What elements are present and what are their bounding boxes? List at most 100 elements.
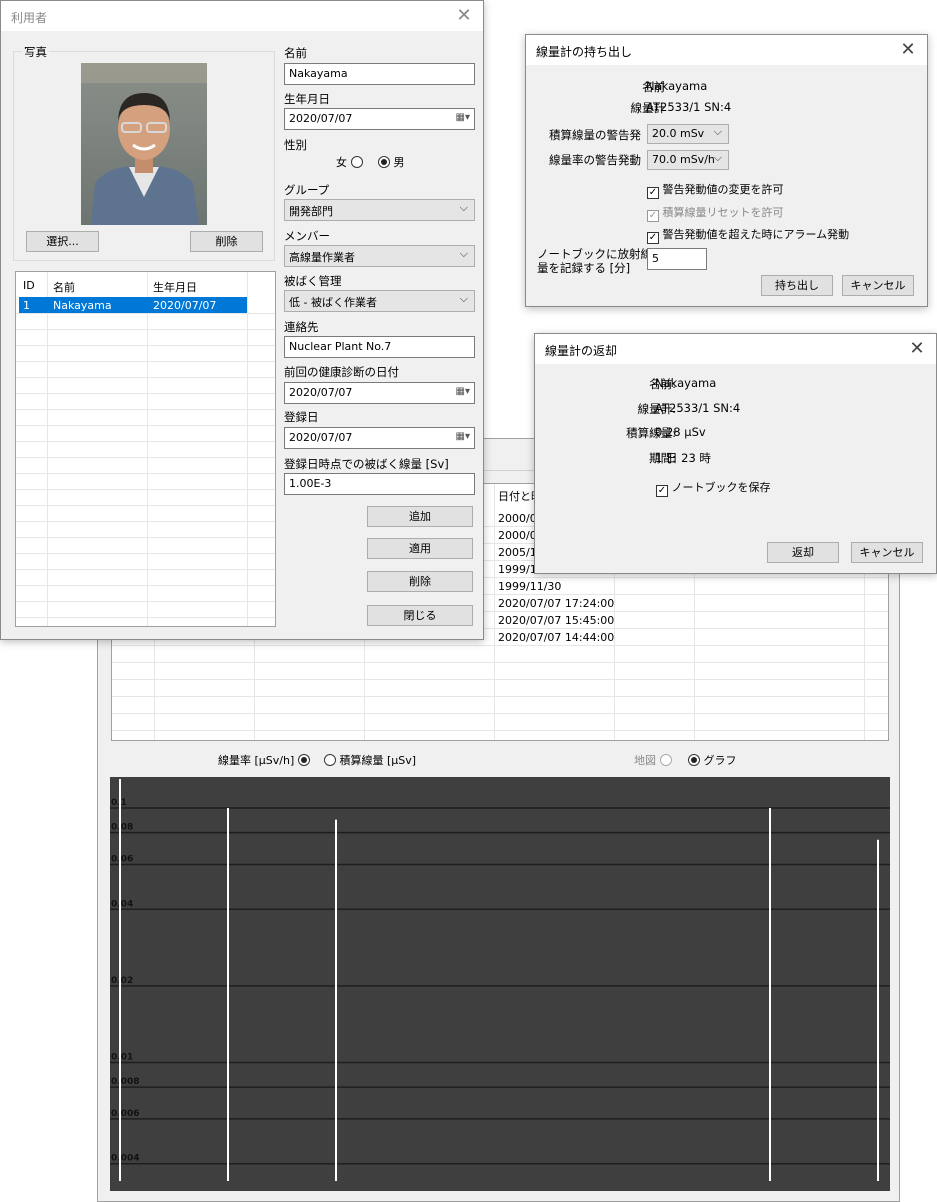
- cum-alarm-label: 積算線量の警告発: [549, 128, 641, 142]
- calendar-icon[interactable]: ▦▾: [456, 431, 470, 442]
- table-row[interactable]: 1999/1: [498, 563, 537, 576]
- close-button[interactable]: 閉じる: [367, 605, 473, 626]
- checkup-label: 前回の健康診断の日付: [284, 365, 399, 379]
- checkout-cancel-button[interactable]: キャンセル: [842, 275, 914, 296]
- user-list[interactable]: ID 名前 生年月日 1 Nakayama 2020/07/07: [15, 271, 276, 627]
- add-button[interactable]: 追加: [367, 506, 473, 527]
- return-dialog-title: 線量計の返却: [545, 344, 618, 358]
- contact-label: 連絡先: [284, 320, 319, 334]
- close-icon[interactable]: ✕: [897, 39, 919, 61]
- return-button[interactable]: 返却: [767, 542, 839, 563]
- exposure-dropdown[interactable]: 低 - 被ばく作業者 ⌵: [284, 290, 475, 312]
- list-row-line: [16, 569, 275, 570]
- y-tick-label: 0.02: [111, 976, 133, 986]
- radio-graph-label: グラフ: [703, 754, 737, 767]
- allow-change-checkbox[interactable]: ✓ 警告発動値の変更を許可: [647, 181, 784, 199]
- gender-male-radio[interactable]: 男: [378, 154, 405, 170]
- list-row-line: [16, 537, 275, 538]
- checkout-dialog-titlebar: 線量計の持ち出し ✕: [526, 35, 927, 65]
- save-notebook-check[interactable]: ✓: [656, 485, 668, 497]
- y-tick-label: 0.008: [111, 1077, 139, 1087]
- apply-button[interactable]: 適用: [367, 538, 473, 559]
- checkout-button[interactable]: 持ち出し: [761, 275, 833, 296]
- allow-change-check[interactable]: ✓: [647, 187, 659, 199]
- gender-male-button[interactable]: [378, 156, 390, 168]
- radio-map[interactable]: 地図: [634, 752, 672, 768]
- radio-dose-rate[interactable]: 線量率 [μSv/h]: [218, 752, 310, 768]
- chevron-down-icon: ⌵: [713, 151, 722, 164]
- list-row-line: [16, 457, 275, 458]
- radio-map-button[interactable]: [659, 754, 672, 766]
- list-header-id[interactable]: ID: [23, 279, 35, 292]
- gender-female-button[interactable]: [350, 156, 363, 168]
- radio-graph-button[interactable]: [688, 754, 700, 766]
- return-name-value: Nakayama: [655, 376, 717, 390]
- list-row-line: [16, 313, 275, 314]
- table-row[interactable]: 2020/07/07 17:24:00: [498, 597, 614, 610]
- list-row-line: [16, 585, 275, 586]
- list-header-birth[interactable]: 生年月日: [153, 279, 197, 295]
- list-row-line: [16, 473, 275, 474]
- close-icon[interactable]: ✕: [906, 338, 928, 360]
- list-row-line: [16, 521, 275, 522]
- radio-dose-rate-button[interactable]: [297, 754, 310, 766]
- alarm-check[interactable]: ✓: [647, 232, 659, 244]
- notebook-interval-input[interactable]: 5: [647, 248, 707, 270]
- return-cancel-button[interactable]: キャンセル: [851, 542, 923, 563]
- return-dialog: 線量計の返却 ✕ 名前: Nakayama 線量計: AT2533/1 SN:4…: [534, 333, 937, 574]
- table-row[interactable]: 2020/07/07 14:44:00: [498, 631, 614, 644]
- radio-cumulative[interactable]: 積算線量 [μSv]: [324, 752, 416, 768]
- chevron-down-icon: ⌵: [713, 125, 722, 138]
- y-tick-label: 0.06: [111, 854, 133, 864]
- y-tick-label: 0.04: [111, 899, 133, 909]
- radio-cumulative-button[interactable]: [324, 754, 336, 766]
- member-value: 高線量作業者: [289, 251, 355, 264]
- select-photo-button[interactable]: 選択...: [26, 231, 99, 252]
- user-photo: [81, 63, 207, 225]
- delete-photo-button[interactable]: 削除: [190, 231, 263, 252]
- exposure-value: 低 - 被ばく作業者: [289, 296, 377, 309]
- list-cell-id: 1: [23, 299, 30, 312]
- calendar-icon[interactable]: ▦▾: [456, 386, 470, 397]
- allow-reset-label: 積算線量リセットを許可: [662, 206, 784, 219]
- name-input[interactable]: Nakayama: [284, 63, 475, 85]
- cum-alarm-dropdown[interactable]: 20.0 mSv ⌵: [647, 124, 729, 144]
- contact-input[interactable]: Nuclear Plant No.7: [284, 336, 475, 358]
- allow-reset-checkbox[interactable]: ✓ 積算線量リセットを許可: [647, 204, 784, 222]
- registered-date-picker[interactable]: 2020/07/07 ▦▾: [284, 427, 475, 449]
- allow-reset-check[interactable]: ✓: [647, 210, 659, 222]
- table-row-line: [112, 645, 888, 646]
- gender-female-radio[interactable]: 女: [336, 154, 363, 170]
- alarm-checkbox[interactable]: ✓ 警告発動値を超えた時にアラーム発動: [647, 226, 849, 244]
- list-row-line: [16, 601, 275, 602]
- dose-input[interactable]: 1.00E-3: [284, 473, 475, 495]
- delete-button[interactable]: 削除: [367, 571, 473, 592]
- checkup-date-picker[interactable]: 2020/07/07 ▦▾: [284, 382, 475, 404]
- list-row-line: [16, 409, 275, 410]
- return-period-value: 1 日 23 時: [655, 451, 711, 465]
- member-dropdown[interactable]: 高線量作業者 ⌵: [284, 245, 475, 267]
- list-header-name[interactable]: 名前: [53, 279, 75, 295]
- dose-chart: 0.1 0.08 0.06 0.04 0.02 0.01 0.008 0.006 0.004: [110, 779, 890, 1181]
- radio-map-label: 地図: [634, 754, 656, 767]
- table-row-line: [112, 696, 888, 697]
- save-notebook-checkbox[interactable]: ✓ ノートブックを保存: [656, 479, 771, 497]
- calendar-icon[interactable]: ▦▾: [456, 112, 470, 123]
- table-row[interactable]: 2000/0: [498, 512, 537, 525]
- table-row[interactable]: 1999/11/30: [498, 580, 561, 593]
- close-icon[interactable]: ✕: [453, 5, 475, 27]
- radio-graph[interactable]: グラフ: [688, 752, 737, 768]
- table-row[interactable]: 2000/0: [498, 529, 537, 542]
- rate-alarm-dropdown[interactable]: 70.0 mSv/h ⌵: [647, 150, 729, 170]
- checkup-date-value: 2020/07/07: [289, 386, 353, 399]
- table-row[interactable]: 2020/07/07 15:45:00: [498, 614, 614, 627]
- list-row-selected[interactable]: 1 Nakayama 2020/07/07: [19, 297, 247, 313]
- registered-date-value: 2020/07/07: [289, 431, 353, 444]
- member-label: メンバー: [284, 229, 330, 243]
- birth-date-picker[interactable]: 2020/07/07 ▦▾: [284, 108, 475, 130]
- list-row-line: [16, 425, 275, 426]
- list-row-line: [16, 441, 275, 442]
- y-tick-label: 0.004: [111, 1154, 139, 1164]
- checkout-dialog-title: 線量計の持ち出し: [536, 45, 633, 59]
- group-dropdown[interactable]: 開発部門 ⌵: [284, 199, 475, 221]
